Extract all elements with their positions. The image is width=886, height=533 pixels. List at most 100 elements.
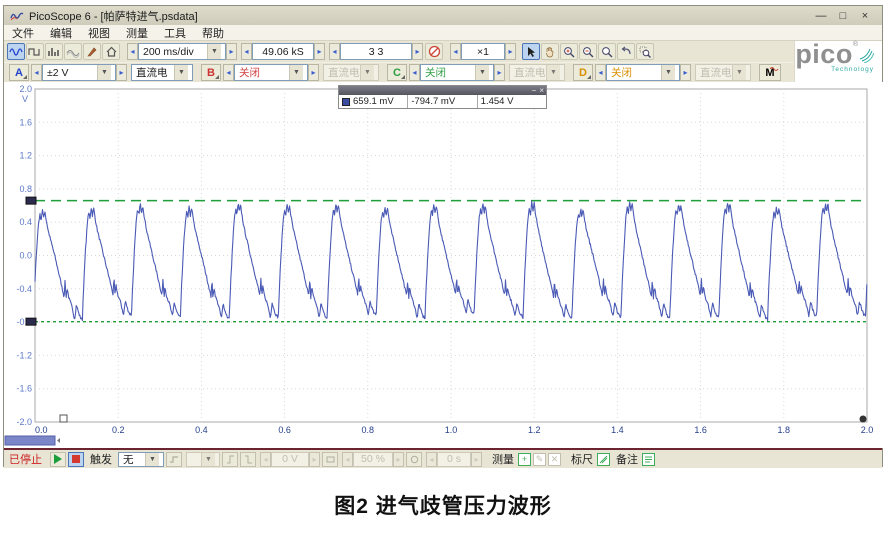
buffer-overview-icon[interactable] [425, 43, 443, 60]
window-title: PicoScope 6 - [帕萨特进气.psdata] [29, 8, 810, 24]
channel-d-range-up-icon[interactable]: ▸ [680, 64, 691, 81]
level-up-icon[interactable]: ▸ [309, 452, 320, 467]
channel-a-button[interactable]: A [9, 64, 29, 81]
channel-b-range-down-icon[interactable]: ◂ [223, 64, 234, 81]
samples-up-icon[interactable]: ▸ [314, 43, 325, 60]
stop-button[interactable] [68, 452, 84, 467]
zoom-out-icon[interactable] [579, 43, 597, 60]
channel-d-range-control: ◂ 关闭▼ ▸ [595, 64, 691, 81]
buffer-prev-icon[interactable]: ◂ [329, 43, 340, 60]
trigger-mode-select[interactable]: 无▼ [118, 452, 164, 467]
trigger-level-input[interactable]: 0 V [271, 452, 309, 467]
menu-file[interactable]: 文件 [12, 25, 34, 41]
channel-b-coupling-select[interactable]: 直流电▼ [323, 64, 379, 81]
timebase-next-icon[interactable]: ▸ [226, 43, 237, 60]
close-button[interactable]: × [854, 10, 876, 22]
delay-down-icon[interactable]: ◂ [426, 452, 437, 467]
menu-bar: 文件 编辑 视图 测量 工具 帮助 [4, 25, 882, 41]
channel-d-coupling-select[interactable]: 直流电▼ [695, 64, 751, 81]
edit-measurement-icon[interactable]: ✎ [533, 453, 546, 466]
timebase-control: ◂ 200 ms/div▼ ▸ [127, 43, 237, 60]
zoom-factor-input[interactable]: ×1 [461, 43, 505, 60]
channel-c-range-select[interactable]: 关闭▼ [420, 64, 494, 81]
channel-c-range-down-icon[interactable]: ◂ [409, 64, 420, 81]
menu-tools[interactable]: 工具 [164, 25, 186, 41]
delete-measurement-icon[interactable]: ✕ [548, 453, 561, 466]
rising-edge-icon[interactable] [222, 452, 238, 467]
timebase-prev-icon[interactable]: ◂ [127, 43, 138, 60]
notes-icon[interactable] [642, 453, 655, 466]
channel-a-range-select[interactable]: ±2 V▼ [42, 64, 116, 81]
channel-c-coupling-control: 直流电▼ [509, 64, 565, 81]
zoom-in-icon[interactable] [560, 43, 578, 60]
channel-a-range-up-icon[interactable]: ▸ [116, 64, 127, 81]
pointer-icon[interactable] [522, 43, 540, 60]
svg-text:0.4: 0.4 [195, 425, 208, 435]
channel-c-button[interactable]: C [387, 64, 407, 81]
ruler-legend-header[interactable]: − × [339, 86, 546, 95]
channel-c-range-value: 关闭 [425, 65, 446, 80]
channel-b-range-select[interactable]: 关闭▼ [234, 64, 308, 81]
level-down-icon[interactable]: ◂ [260, 452, 271, 467]
zoom-factor-up-icon[interactable]: ▸ [505, 43, 516, 60]
svg-text:1.2: 1.2 [528, 425, 541, 435]
square-wave-view-icon[interactable] [26, 43, 44, 60]
probe-pencil-icon[interactable] [83, 43, 101, 60]
marquee-zoom-icon[interactable] [636, 43, 654, 60]
samples-down-icon[interactable]: ◂ [241, 43, 252, 60]
svg-text:1.2: 1.2 [19, 151, 32, 161]
home-icon[interactable] [102, 43, 120, 60]
math-channel-button[interactable]: M [759, 64, 781, 81]
legend-minimize-icon[interactable]: − [532, 87, 537, 95]
pretrigger-icon[interactable] [322, 452, 338, 467]
maximize-button[interactable]: □ [832, 10, 854, 22]
delay-icon[interactable] [406, 452, 422, 467]
menu-measure[interactable]: 测量 [126, 25, 148, 41]
buffer-next-icon[interactable]: ▸ [412, 43, 423, 60]
samples-input[interactable]: 49.06 kS [252, 43, 314, 60]
channel-d-range-select[interactable]: 关闭▼ [606, 64, 680, 81]
measurements-label: 测量 [492, 451, 514, 467]
run-button[interactable] [50, 452, 66, 467]
channel-d-range-value: 关闭 [611, 65, 632, 80]
menu-view[interactable]: 视图 [88, 25, 110, 41]
pretrigger-down-icon[interactable]: ◂ [342, 452, 353, 467]
pretrigger-input[interactable]: 50 % [353, 452, 393, 467]
add-measurement-icon[interactable]: + [518, 453, 531, 466]
svg-text:1.8: 1.8 [778, 425, 791, 435]
trigger-source-select[interactable]: ▼ [186, 452, 220, 467]
channel-b-button[interactable]: B [201, 64, 221, 81]
channel-a-range-down-icon[interactable]: ◂ [31, 64, 42, 81]
channel-d-button[interactable]: D [573, 64, 593, 81]
persistence-view-icon[interactable] [64, 43, 82, 60]
channel-b-range-up-icon[interactable]: ▸ [308, 64, 319, 81]
minimize-button[interactable]: — [810, 10, 832, 22]
undo-zoom-icon[interactable] [617, 43, 635, 60]
channel-c-range-up-icon[interactable]: ▸ [494, 64, 505, 81]
spectrum-view-icon[interactable] [45, 43, 63, 60]
menu-help[interactable]: 帮助 [202, 25, 224, 41]
rulers-icon[interactable] [597, 453, 610, 466]
advanced-trigger-icon[interactable] [166, 452, 182, 467]
zoom-factor-down-icon[interactable]: ◂ [450, 43, 461, 60]
main-toolbar: ◂ 200 ms/div▼ ▸ ◂ 49.06 kS ▸ ◂ 3 3 ▸ ◂ ×… [4, 41, 882, 62]
waveform-plot[interactable]: 2.01.61.20.80.40.0-0.4-0.8-1.2-1.6-2.0V0… [4, 82, 884, 448]
channel-a-coupling-select[interactable]: 直流电▼ [131, 64, 193, 81]
falling-edge-icon[interactable] [240, 452, 256, 467]
scope-view-icon[interactable] [7, 43, 25, 60]
ruler-legend[interactable]: − × 659.1 mV -794.7 mV 1.454 V [338, 85, 547, 109]
legend-close-icon[interactable]: × [539, 87, 544, 95]
hand-icon[interactable] [541, 43, 559, 60]
channel-c-coupling-select[interactable]: 直流电▼ [509, 64, 565, 81]
menu-edit[interactable]: 编辑 [50, 25, 72, 41]
svg-text:0.0: 0.0 [19, 251, 32, 261]
svg-text:-0.4: -0.4 [16, 284, 32, 294]
delay-up-icon[interactable]: ▸ [471, 452, 482, 467]
buffer-input[interactable]: 3 3 [340, 43, 412, 60]
channel-d-range-down-icon[interactable]: ◂ [595, 64, 606, 81]
pretrigger-up-icon[interactable]: ▸ [393, 452, 404, 467]
zoom-full-icon[interactable] [598, 43, 616, 60]
timebase-select[interactable]: 200 ms/div▼ [138, 43, 226, 60]
svg-text:2.0: 2.0 [19, 84, 32, 94]
trigger-delay-input[interactable]: 0 s [437, 452, 471, 467]
